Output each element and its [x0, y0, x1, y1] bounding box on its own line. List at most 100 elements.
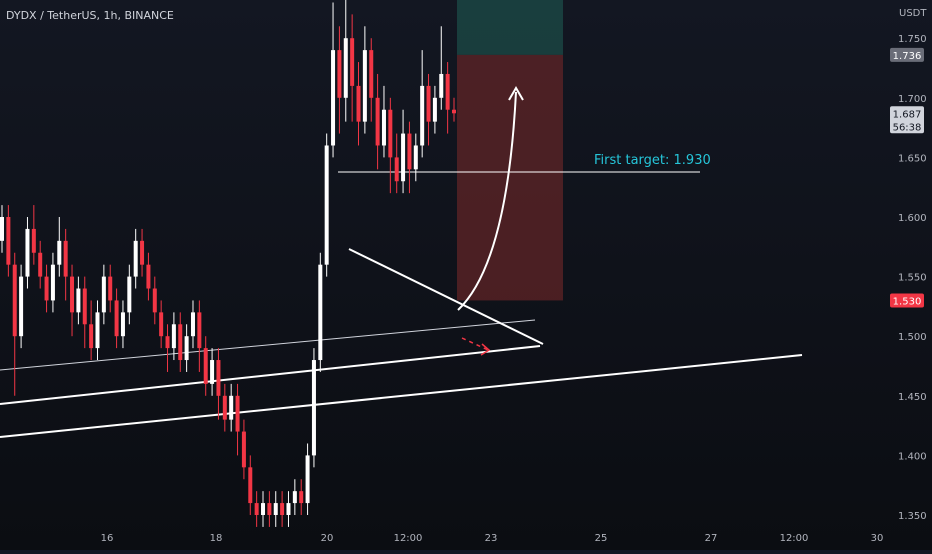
- candle-body: [82, 288, 87, 325]
- candle-body: [0, 217, 4, 241]
- candle-body: [413, 145, 418, 170]
- price-chart[interactable]: First target: 1.930 2.1502.1002.0502.000…: [0, 0, 932, 550]
- candle-body: [178, 324, 183, 361]
- entry-price-tag: 1.736: [893, 51, 922, 62]
- stop-price-tag: 1.530: [893, 296, 922, 307]
- candle-body: [12, 264, 17, 337]
- candle-body: [445, 73, 450, 110]
- candle-body: [305, 455, 310, 504]
- candle-body: [19, 276, 24, 337]
- time-tick-label: 16: [101, 533, 114, 544]
- candle-body: [133, 240, 138, 277]
- candle-body: [25, 228, 30, 277]
- bar-countdown: 56:38: [893, 122, 922, 133]
- candle-body: [369, 50, 374, 98]
- candle-body: [6, 217, 11, 265]
- candle-body: [292, 491, 297, 504]
- time-tick-label: 20: [321, 533, 334, 544]
- candle-body: [452, 109, 456, 114]
- candle-body: [114, 300, 119, 337]
- candle-body: [407, 133, 412, 170]
- candle-body: [38, 252, 43, 277]
- price-tick-label: 1.750: [898, 34, 927, 45]
- candle-body: [267, 503, 272, 515]
- price-tick-label: 1.350: [898, 511, 927, 522]
- candle-body: [248, 467, 253, 504]
- time-tick-label: 25: [595, 533, 608, 544]
- price-tick-label: 1.450: [898, 392, 927, 403]
- candle-body: [63, 240, 68, 277]
- candle-body: [146, 264, 151, 289]
- candle-body: [343, 38, 348, 98]
- last-price-tag: 1.687: [893, 109, 922, 120]
- candle-body: [241, 431, 246, 468]
- candle-body: [101, 276, 106, 313]
- candle-body: [381, 109, 386, 146]
- candle-body: [261, 503, 266, 515]
- candle-body: [420, 85, 425, 146]
- candle-body: [337, 50, 342, 98]
- candle-body: [140, 240, 145, 265]
- candle-body: [362, 50, 367, 122]
- candle-body: [165, 336, 170, 349]
- candle-body: [375, 97, 380, 146]
- time-tick-label: 12:00: [780, 533, 809, 544]
- candle-body: [216, 360, 221, 396]
- candle-body: [254, 503, 259, 515]
- price-tick-label: 1.700: [898, 94, 927, 105]
- profit-zone: [457, 0, 563, 55]
- price-tick-label: 1.400: [898, 451, 927, 462]
- loss-zone: [457, 54, 563, 301]
- price-tick-label: 1.550: [898, 273, 927, 284]
- candle-body: [331, 50, 336, 146]
- candle-body: [280, 503, 285, 515]
- time-tick-label: 23: [485, 533, 498, 544]
- candle-body: [401, 133, 406, 182]
- candle-body: [203, 348, 208, 384]
- candle-body: [190, 312, 195, 337]
- candle-body: [311, 360, 316, 456]
- candle-body: [197, 312, 202, 349]
- price-tick-label: 1.600: [898, 213, 927, 224]
- candle-body: [299, 491, 304, 504]
- time-tick-label: 18: [210, 533, 223, 544]
- candle-body: [229, 395, 234, 420]
- candle-body: [44, 276, 49, 301]
- candle-body: [286, 503, 291, 515]
- chart-area[interactable]: First target: 1.930 2.1502.1002.0502.000…: [0, 0, 932, 550]
- candle-body: [388, 109, 393, 158]
- candle-body: [57, 240, 62, 265]
- symbol-info: DYDX / TetherUS, 1h, BINANCE: [6, 9, 174, 22]
- candle-body: [184, 336, 189, 361]
- candle-body: [235, 395, 240, 432]
- candle-body: [76, 288, 81, 313]
- candle-body: [171, 324, 176, 349]
- candle-body: [324, 145, 329, 265]
- candle-body: [439, 73, 444, 98]
- candle-body: [350, 38, 355, 86]
- candle-body: [95, 312, 100, 349]
- candle-body: [70, 276, 75, 313]
- price-tick-label: 1.500: [898, 332, 927, 343]
- time-tick-label: 12:00: [394, 533, 423, 544]
- candle-body: [394, 157, 399, 182]
- candle-body: [222, 395, 227, 420]
- candle-body: [108, 276, 113, 301]
- candle-body: [356, 85, 361, 122]
- candle-body: [318, 264, 323, 361]
- candle-body: [426, 85, 431, 122]
- candle-body: [159, 312, 164, 337]
- time-tick-label: 30: [871, 533, 884, 544]
- candle-body: [152, 288, 157, 313]
- candle-body: [210, 360, 215, 384]
- candle-body: [432, 97, 437, 122]
- first-target-label: First target: 1.930: [594, 153, 711, 168]
- candle-body: [31, 228, 36, 253]
- candle-body: [89, 324, 94, 349]
- currency-label: USDT: [899, 8, 927, 19]
- time-tick-label: 27: [705, 533, 718, 544]
- candle-body: [50, 264, 55, 301]
- candle-body: [273, 503, 278, 515]
- price-tick-label: 1.650: [898, 153, 927, 164]
- candle-body: [120, 312, 125, 337]
